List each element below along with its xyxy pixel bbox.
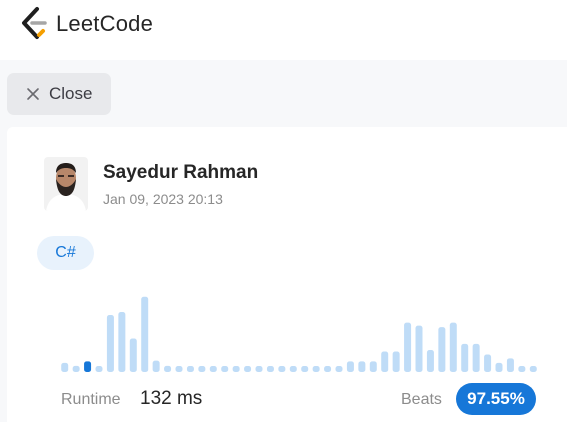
distribution-bar[interactable] [324, 366, 332, 372]
brand-name[interactable]: LeetCode [56, 10, 153, 38]
language-badge[interactable]: C# [37, 236, 94, 270]
distribution-bar[interactable] [209, 366, 217, 372]
distribution-bar[interactable] [255, 366, 263, 372]
distribution-bar[interactable] [415, 325, 423, 372]
close-label: Close [49, 84, 93, 103]
avatar-photo [44, 157, 88, 211]
close-icon [27, 88, 39, 100]
distribution-bar[interactable] [404, 322, 412, 372]
distribution-bar[interactable] [426, 349, 434, 372]
leetcode-logo-icon[interactable] [18, 6, 48, 40]
distribution-bar[interactable] [506, 358, 514, 372]
distribution-bar[interactable] [141, 296, 149, 372]
distribution-bar[interactable] [438, 327, 446, 372]
distribution-bar[interactable] [118, 311, 126, 372]
distribution-bar[interactable] [358, 361, 366, 372]
distribution-bar[interactable] [232, 366, 240, 372]
avatar[interactable] [44, 157, 88, 211]
distribution-bar[interactable] [175, 366, 183, 372]
distribution-bar[interactable] [301, 366, 309, 372]
distribution-bar[interactable] [312, 366, 320, 372]
distribution-bar[interactable] [106, 315, 114, 372]
distribution-bar[interactable] [61, 362, 69, 372]
distribution-bar[interactable] [495, 362, 503, 372]
submission-card [7, 127, 567, 422]
distribution-bar[interactable] [198, 366, 206, 372]
runtime-value: 132 ms [140, 388, 203, 409]
beats-label: Beats [401, 391, 442, 408]
distribution-bar[interactable] [164, 365, 172, 372]
distribution-bar[interactable] [95, 366, 103, 372]
distribution-bar-current[interactable] [84, 361, 92, 372]
distribution-bar[interactable] [266, 366, 274, 372]
distribution-bar[interactable] [346, 361, 354, 372]
distribution-bar[interactable] [278, 366, 286, 372]
submission-timestamp: Jan 09, 2023 20:13 [103, 191, 223, 207]
user-name[interactable]: Sayedur Rahman [103, 162, 258, 184]
distribution-bar[interactable] [381, 351, 389, 372]
distribution-bar[interactable] [289, 366, 297, 372]
runtime-distribution-chart[interactable] [59, 294, 539, 372]
top-bar: LeetCode [0, 0, 567, 60]
distribution-bar[interactable] [461, 343, 469, 372]
distribution-bar[interactable] [449, 322, 457, 372]
distribution-bar[interactable] [484, 354, 492, 372]
distribution-bar[interactable] [472, 343, 480, 372]
distribution-bar[interactable] [392, 351, 400, 372]
beats-badge: 97.55% [456, 383, 536, 415]
distribution-bar[interactable] [335, 366, 343, 372]
distribution-bar[interactable] [244, 366, 252, 372]
close-button[interactable]: Close [7, 73, 111, 115]
distribution-bar[interactable] [369, 361, 377, 372]
distribution-bar[interactable] [152, 360, 160, 372]
distribution-bar[interactable] [72, 365, 80, 372]
distribution-bar[interactable] [221, 366, 229, 372]
distribution-bar[interactable] [186, 366, 194, 372]
distribution-bar[interactable] [529, 366, 537, 372]
distribution-bar[interactable] [129, 338, 137, 372]
distribution-bar[interactable] [518, 366, 526, 372]
runtime-label: Runtime [61, 391, 121, 408]
